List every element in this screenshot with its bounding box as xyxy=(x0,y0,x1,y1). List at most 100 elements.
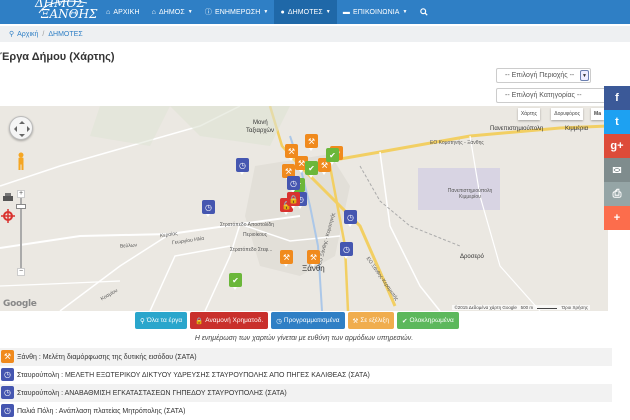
clock-marker[interactable]: ◷ xyxy=(236,158,249,175)
logo-swoosh-icon xyxy=(38,0,88,14)
check-marker[interactable]: ✔ xyxy=(229,273,242,290)
pan-arrows-icon xyxy=(14,121,30,137)
map-label: Κιμμέρια xyxy=(565,126,589,132)
worker-marker[interactable]: ⚒ xyxy=(280,250,293,267)
clock-icon: ◷ xyxy=(1,368,14,381)
worker-marker[interactable]: ⚒ xyxy=(305,134,318,151)
map-marker-icon: ⚲ xyxy=(140,317,145,325)
filter-completed-button[interactable]: ✔ Ολοκληρωμένα xyxy=(397,312,459,329)
twitter-share-button[interactable]: t xyxy=(604,110,630,134)
locate-button[interactable] xyxy=(0,208,16,224)
breadcrumb-home[interactable]: Αρχική xyxy=(17,31,38,38)
facebook-share-button[interactable]: f xyxy=(604,86,630,110)
facebook-icon: f xyxy=(615,92,619,104)
map-terms-link[interactable]: Όροι Χρήσης xyxy=(562,305,588,310)
list-item[interactable]: ◷ Σταυρούπολη : ΑΝΑΒΑΘΜΙΣΗ ΕΓΚΑΤΑΣΤΑΣΕΩΝ… xyxy=(0,384,612,402)
twitter-icon: t xyxy=(615,116,619,128)
map-label: Περιοίκους xyxy=(243,232,268,238)
print-share-button[interactable]: ⎙ xyxy=(604,182,630,206)
chevron-down-icon: ▼ xyxy=(580,70,589,81)
pegman-icon[interactable] xyxy=(17,152,25,170)
map-label: Πανεπιστημιούπολη xyxy=(490,126,544,132)
clock-icon: ◷ xyxy=(1,386,14,399)
check-marker[interactable]: ✔ xyxy=(326,148,339,165)
logo[interactable]: ΔΗΜΟΣ ΞΑΝΘΗΣ xyxy=(35,0,97,24)
page-title: Έργα Δήμου (Χάρτης) xyxy=(0,51,115,63)
category-select[interactable]: -- Επιλογή Κατηγορίας -- xyxy=(496,88,606,103)
filter-all-button[interactable]: ⚲ Όλα τα έργα xyxy=(135,312,188,329)
info-icon: ⓘ xyxy=(204,9,212,16)
menu-item-enimerosi[interactable]: ⓘ ΕΝΗΜΕΡΩΣΗ ▼ xyxy=(199,0,275,24)
clock-marker[interactable]: ◷ xyxy=(340,242,353,259)
filter-pending-button[interactable]: 🔒 Αναμονή Χρηματοδ. xyxy=(190,312,269,329)
menu-item-dimotes[interactable]: ● ΔΗΜΟΤΕΣ ▼ xyxy=(274,0,337,24)
more-share-button[interactable]: + xyxy=(604,206,630,230)
google-plus-share-button[interactable]: g+ xyxy=(604,134,630,158)
map-label: Στρατόπεδο Στεφ... xyxy=(230,247,273,253)
email-share-button[interactable]: ✉ xyxy=(604,158,630,182)
menu-item-label: ΑΡΧΙΚΗ xyxy=(113,8,140,16)
list-item[interactable]: ⚒ Ξάνθη : Μελέτη διαμόρφωσης της δυτικής… xyxy=(0,348,612,366)
map-marker-icon: ⚲ xyxy=(9,31,15,38)
map-zoom-control[interactable]: + − xyxy=(16,190,26,276)
menu-item-label: ΕΠΙΚΟΙΝΩΝΙΑ xyxy=(352,8,400,16)
comments-icon: ▬ xyxy=(342,8,350,16)
area-select[interactable]: -- Επιλογή Περιοχής -- ▼ xyxy=(496,68,591,83)
email-icon: ✉ xyxy=(612,164,622,177)
print-map-button[interactable] xyxy=(0,190,16,206)
map-label: Δροσερό xyxy=(460,254,484,260)
projects-list: ⚒ Ξάνθη : Μελέτη διαμόρφωσης της δυτικής… xyxy=(0,348,612,420)
map-note: Η ενημέρωση των χαρτών γίνεται με ευθύνη… xyxy=(194,335,414,342)
search-button[interactable] xyxy=(414,0,434,24)
map-type-extra[interactable]: Ма xyxy=(590,108,604,120)
crosshair-icon xyxy=(1,209,15,223)
user-icon: ● xyxy=(280,8,285,16)
plus-icon: + xyxy=(613,212,621,224)
projects-map[interactable]: Χάρτης Δορυφόρος Ма Μονή Ταξιαρχών Πανεπ… xyxy=(0,106,608,311)
caret-down-icon: ▼ xyxy=(263,9,269,15)
clock-marker[interactable]: ◷ xyxy=(344,210,357,227)
breadcrumb-current[interactable]: ΔΗΜΟΤΕΣ xyxy=(48,31,82,38)
lock-icon: 🔒 xyxy=(195,317,204,325)
menu-item-label: ΕΝΗΜΕΡΩΣΗ xyxy=(214,8,261,16)
zoom-in-button[interactable]: + xyxy=(17,190,25,198)
map-label: ΕΟ Κομοτηνής - Ξάνθης xyxy=(430,140,484,146)
map-type-satellite[interactable]: Δορυφόρος xyxy=(551,108,583,120)
list-item[interactable]: ◷ Σταυρούπολη : ΜΕΛΕΤΗ ΕΞΩΤΕΡΙΚΟΥ ΔΙΚΤΥΟ… xyxy=(0,366,612,384)
zoom-slider[interactable] xyxy=(16,204,26,209)
clock-marker[interactable]: ◷ xyxy=(287,176,300,193)
clock-icon: ◷ xyxy=(276,317,282,325)
list-item[interactable]: ◷ Παλιά Πόλη : Ανάπλαση πλατείας Μητρόπο… xyxy=(0,402,612,420)
print-icon: ⎙ xyxy=(612,187,622,200)
printer-icon xyxy=(3,193,13,201)
map-pan-control[interactable] xyxy=(9,116,33,140)
map-label: Βεύλων xyxy=(119,242,138,250)
menu-item-epikoinonia[interactable]: ▬ ΕΠΙΚΟΙΝΩΝΙΑ ▼ xyxy=(337,0,414,24)
top-navbar: ΔΗΜΟΣ ΞΑΝΘΗΣ ⌂ ΑΡΧΙΚΗ ⌂ ΔΗΜΟΣ ▼ ⓘ ΕΝΗΜΕΡ… xyxy=(0,0,630,24)
map-label: Ταξιαρχών xyxy=(246,128,275,134)
menu-item-dimos[interactable]: ⌂ ΔΗΜΟΣ ▼ xyxy=(146,0,199,24)
clock-marker[interactable]: ◷ xyxy=(202,200,215,217)
worker-marker[interactable]: ⚒ xyxy=(307,250,320,267)
map-label: Πανεπιστημιούπολη Κιμμερίου xyxy=(447,188,493,200)
lock-marker[interactable]: 🔒 xyxy=(287,192,300,209)
map-type-map[interactable]: Χάρτης xyxy=(517,108,540,120)
page: ΔΗΜΟΣ ΞΑΝΘΗΣ ⌂ ΑΡΧΙΚΗ ⌂ ΔΗΜΟΣ ▼ ⓘ ΕΝΗΜΕΡ… xyxy=(0,0,630,420)
check-circle-icon: ✔ xyxy=(402,317,408,325)
check-marker[interactable]: ✔ xyxy=(305,161,318,178)
map-base xyxy=(0,106,608,311)
worker-icon: ⚒ xyxy=(1,350,14,363)
zoom-out-button[interactable]: − xyxy=(17,268,25,276)
menu-item-label: ΔΗΜΟΤΕΣ xyxy=(287,8,323,16)
google-plus-icon: g+ xyxy=(610,140,624,152)
menu-item-home[interactable]: ⌂ ΑΡΧΙΚΗ xyxy=(100,0,146,24)
caret-down-icon: ▼ xyxy=(187,9,193,15)
map-label: Στρατόπεδο Αποστολίδη xyxy=(220,222,274,228)
filter-scheduled-button[interactable]: ◷ Προγραμματισμένα xyxy=(271,312,345,329)
clock-icon: ◷ xyxy=(1,404,14,417)
menu-item-label: ΔΗΜΟΣ xyxy=(158,8,185,16)
search-icon xyxy=(419,8,428,16)
filter-in-progress-button[interactable]: ⚒ Σε εξέλιξη xyxy=(347,312,394,329)
map-side-tools xyxy=(0,190,16,226)
google-logo: Google xyxy=(3,299,37,309)
